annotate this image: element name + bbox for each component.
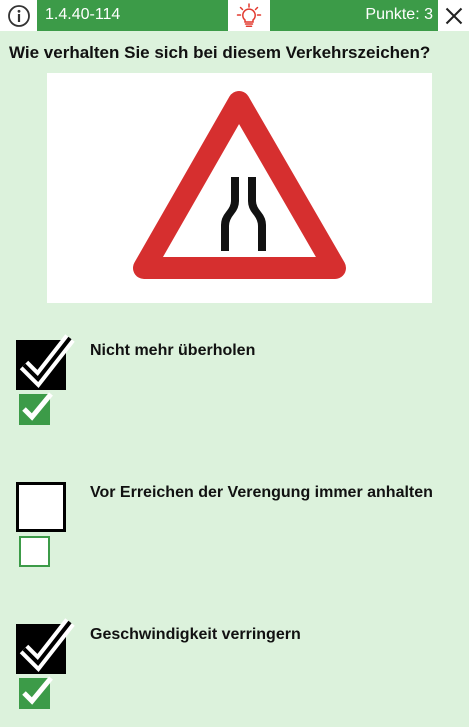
solution-checkbox-3 [19, 676, 53, 709]
solution-checkbox-1 [19, 392, 53, 425]
hint-button[interactable] [228, 0, 270, 31]
checkmark-icon [19, 334, 75, 389]
traffic-sign-image [47, 73, 432, 303]
lightbulb-icon [236, 2, 262, 27]
answer-option-2[interactable]: Vor Erreichen der Verengung immer anhalt… [0, 482, 469, 572]
answer-option-3[interactable]: Geschwindigkeit verringern [0, 618, 469, 714]
question-text: Wie verhalten Sie sich bei diesem Verkeh… [9, 43, 431, 62]
answer-text-2: Vor Erreichen der Verengung immer anhalt… [90, 484, 433, 501]
solution-checkbox-2 [19, 536, 50, 567]
info-button[interactable] [0, 0, 37, 31]
user-answer-checkbox-2[interactable] [16, 482, 66, 532]
info-icon [7, 4, 30, 27]
close-icon [445, 7, 462, 24]
checkmark-icon [22, 676, 53, 705]
user-answer-checkbox-3[interactable] [16, 618, 75, 674]
checkmark-icon [22, 392, 53, 421]
answer-text-3: Geschwindigkeit verringern [90, 626, 301, 643]
checkmark-icon [19, 618, 75, 673]
question-id-bar: 1.4.40-114 [37, 0, 228, 31]
road-narrows-warning-sign [133, 91, 346, 279]
points-bar: Punkte: 3 [270, 0, 438, 31]
question-id: 1.4.40-114 [45, 6, 121, 23]
top-bar: 1.4.40-114 Punkte: 3 [0, 0, 469, 31]
answer-option-1[interactable]: Nicht mehr überholen [0, 334, 469, 430]
user-answer-checkbox-1[interactable] [16, 334, 75, 390]
answer-text-1: Nicht mehr überholen [90, 342, 256, 359]
points-label: Punkte: 3 [365, 6, 433, 23]
close-button[interactable] [438, 0, 469, 31]
